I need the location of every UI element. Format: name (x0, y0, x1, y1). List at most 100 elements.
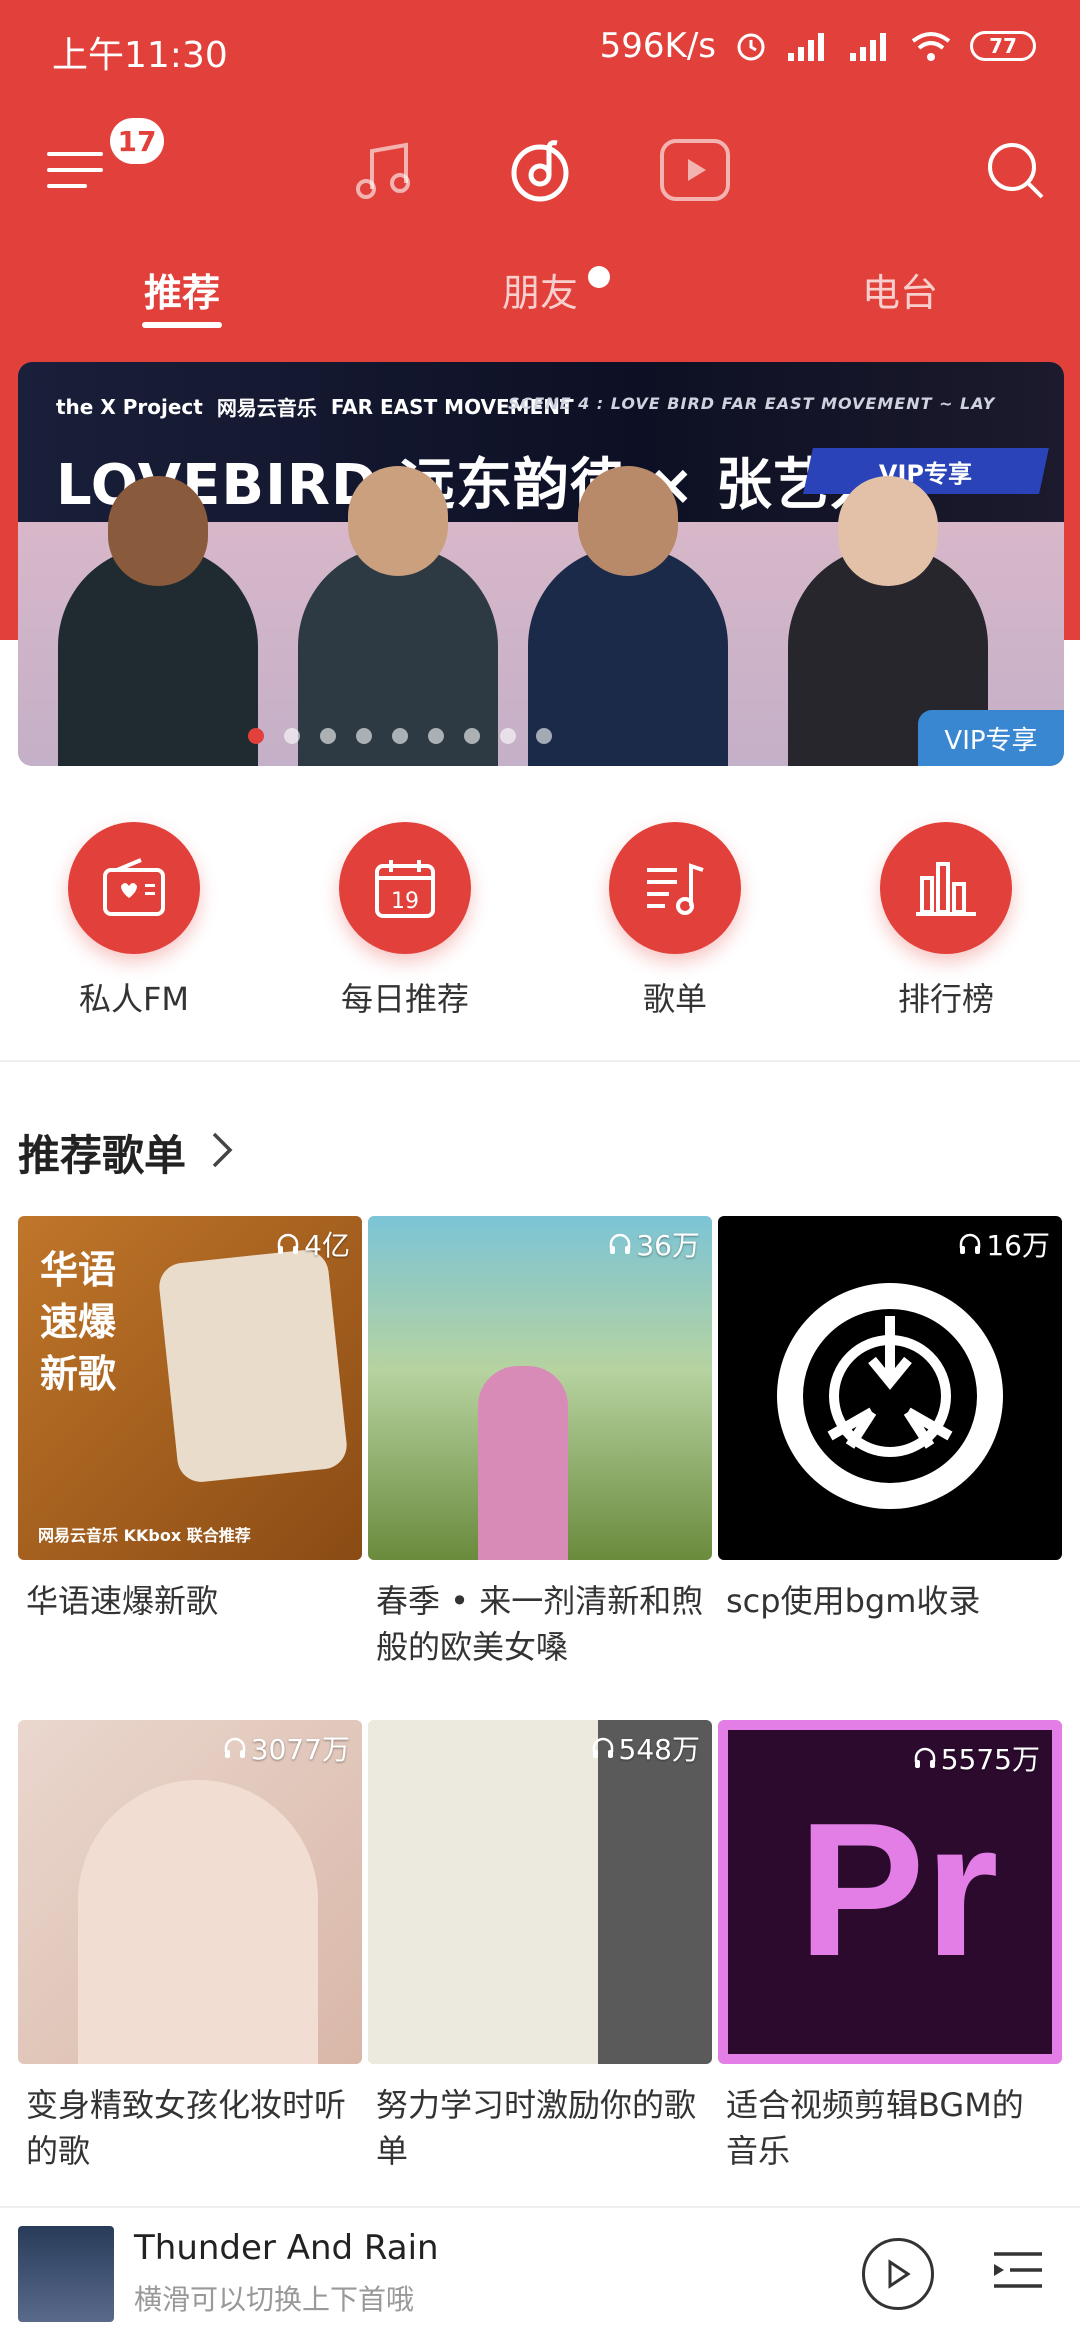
promo-banner[interactable]: the X Project 网易云音乐 FAR EAST MOVEMENT SC… (18, 362, 1064, 766)
quick-circle: 19 (339, 822, 471, 954)
search-button[interactable] (970, 110, 1060, 230)
banner-dot[interactable] (320, 728, 336, 744)
banner-dot[interactable] (464, 728, 480, 744)
playlist-title: 适合视频剪辑BGM的音乐 (726, 2086, 1024, 2170)
cover-photo (156, 1247, 350, 1485)
playlist-card[interactable]: 3077万 变身精致女孩化妆时听的歌 (18, 1720, 362, 2174)
headphones-icon (224, 1737, 245, 1758)
quick-circle (609, 822, 741, 954)
playlist-cover: 16万 (718, 1216, 1062, 1560)
menu-badge: 17 (110, 118, 164, 164)
menu-icon (47, 152, 103, 188)
play-count: 36万 (608, 1224, 700, 1264)
play-count: 4亿 (276, 1224, 350, 1264)
play-count-value: 36万 (636, 1229, 700, 1262)
play-count-value: 3077万 (250, 1733, 350, 1766)
playlist-cover: Pr 5575万 (718, 1720, 1062, 2064)
quick-label: 每日推荐 (340, 980, 469, 1018)
cover-text: Pr (798, 1784, 999, 1996)
banner-dot[interactable] (392, 728, 408, 744)
quick-circle (68, 822, 200, 954)
video-icon (660, 139, 730, 201)
section-divider (0, 1060, 1080, 1062)
play-count-value: 4亿 (304, 1229, 350, 1262)
banner-dot[interactable] (428, 728, 444, 744)
cover-photo (368, 1720, 608, 2064)
cover-photo (478, 1366, 568, 1560)
status-bar: 上午11:30 596K/s 77 (0, 0, 1080, 100)
play-count-value: 5575万 (940, 1743, 1040, 1776)
calendar-icon: 19 (375, 860, 435, 918)
top-nav: 17 (0, 110, 1080, 230)
quick-daily-recommend[interactable]: 19 每日推荐 (305, 822, 505, 1020)
quick-label: 歌单 (642, 980, 707, 1018)
menu-button[interactable]: 17 (30, 110, 164, 230)
tab-radio[interactable]: 电台 (800, 262, 1000, 317)
chart-icon (916, 862, 976, 916)
play-count-value: 16万 (986, 1229, 1050, 1262)
playlist-card[interactable]: 36万 春季 • 来一剂清新和煦般的欧美女嗓 (368, 1216, 712, 1670)
section-title[interactable]: 推荐歌单 (18, 1122, 186, 1183)
search-icon (988, 143, 1044, 199)
status-time: 上午11:30 (52, 35, 228, 76)
banner-dot[interactable] (536, 728, 552, 744)
music-tab-button[interactable] (340, 110, 430, 230)
banner-dot[interactable] (356, 728, 372, 744)
playlist-cover: 36万 (368, 1216, 712, 1560)
signal-icon-1 (786, 29, 830, 63)
play-count: 3077万 (223, 1728, 350, 1768)
banner-brand-app: 网易云音乐 (216, 396, 317, 420)
main-tabs: 推荐 朋友 电台 (0, 250, 1080, 340)
now-playing-title: Thunder And Rain (134, 2228, 439, 2268)
playlist-title: 努力学习时激励你的歌单 (376, 2086, 697, 2170)
discover-tab-button[interactable] (495, 110, 585, 230)
mini-player[interactable]: Thunder And Rain 横滑可以切换上下首哦 (0, 2206, 1080, 2340)
play-button[interactable] (862, 2238, 934, 2310)
quick-label: 私人FM (78, 980, 190, 1018)
wifi-icon (910, 29, 952, 63)
playlist-title: 变身精致女孩化妆时听的歌 (26, 2086, 347, 2170)
queue-list-icon (994, 2252, 1042, 2288)
banner-brand-row: the X Project 网易云音乐 FAR EAST MOVEMENT (56, 392, 574, 421)
quick-charts[interactable]: 排行榜 (846, 822, 1046, 1020)
playlist-card[interactable]: Pr 5575万 适合视频剪辑BGM的音乐 (718, 1720, 1062, 2174)
tab-recommend[interactable]: 推荐 (82, 262, 282, 317)
banner-dot[interactable] (284, 728, 300, 744)
signal-icon-2 (848, 29, 892, 63)
headphones-icon (914, 1747, 935, 1768)
alarm-icon (734, 29, 768, 63)
headphones-icon (592, 1737, 613, 1758)
banner-vip-tag: VIP专享 (803, 448, 1049, 494)
video-tab-button[interactable] (650, 110, 740, 230)
playlist-queue-button[interactable] (990, 2248, 1046, 2302)
cover-photo (78, 1780, 318, 2064)
now-playing-cover[interactable] (18, 2226, 114, 2322)
playlist-title: 华语速爆新歌 (26, 1582, 219, 1620)
quick-circle (880, 822, 1012, 954)
quick-playlists[interactable]: 歌单 (575, 822, 775, 1020)
playlist-card[interactable]: 16万 scp使用bgm收录 (718, 1216, 1062, 1624)
calendar-day: 19 (391, 889, 419, 914)
tab-underline (142, 322, 222, 328)
playlist-cover: 548万 (368, 1720, 712, 2064)
play-count: 16万 (958, 1224, 1050, 1264)
quick-personal-fm[interactable]: 私人FM (34, 822, 234, 1020)
headphones-icon (277, 1233, 299, 1254)
music-note-icon (356, 142, 410, 199)
chevron-right-icon[interactable] (210, 1130, 234, 1174)
tab-friends[interactable]: 朋友 (440, 262, 640, 317)
playlist-cover: 3077万 (18, 1720, 362, 2064)
banner-dots (248, 728, 552, 744)
banner-person-3 (528, 466, 728, 766)
quick-entries: 私人FM 19 每日推荐 歌单 排行榜 (0, 822, 1080, 1022)
friends-notification-dot (588, 266, 610, 288)
playlist-card[interactable]: 华语 速爆 新歌 网易云音乐 KKbox 联合推荐 4亿 华语速爆新歌 (18, 1216, 362, 1624)
now-playing-hint: 横滑可以切换上下首哦 (134, 2283, 415, 2316)
banner-dot[interactable] (248, 728, 264, 744)
playlist-icon (647, 863, 704, 915)
playlist-card[interactable]: 548万 努力学习时激励你的歌单 (368, 1720, 712, 2174)
banner-scene-text: SCENE 4 : LOVE BIRD FAR EAST MOVEMENT ~ … (508, 394, 996, 413)
play-icon (888, 2259, 911, 2289)
banner-dot[interactable] (500, 728, 516, 744)
netease-logo-icon (511, 140, 569, 202)
